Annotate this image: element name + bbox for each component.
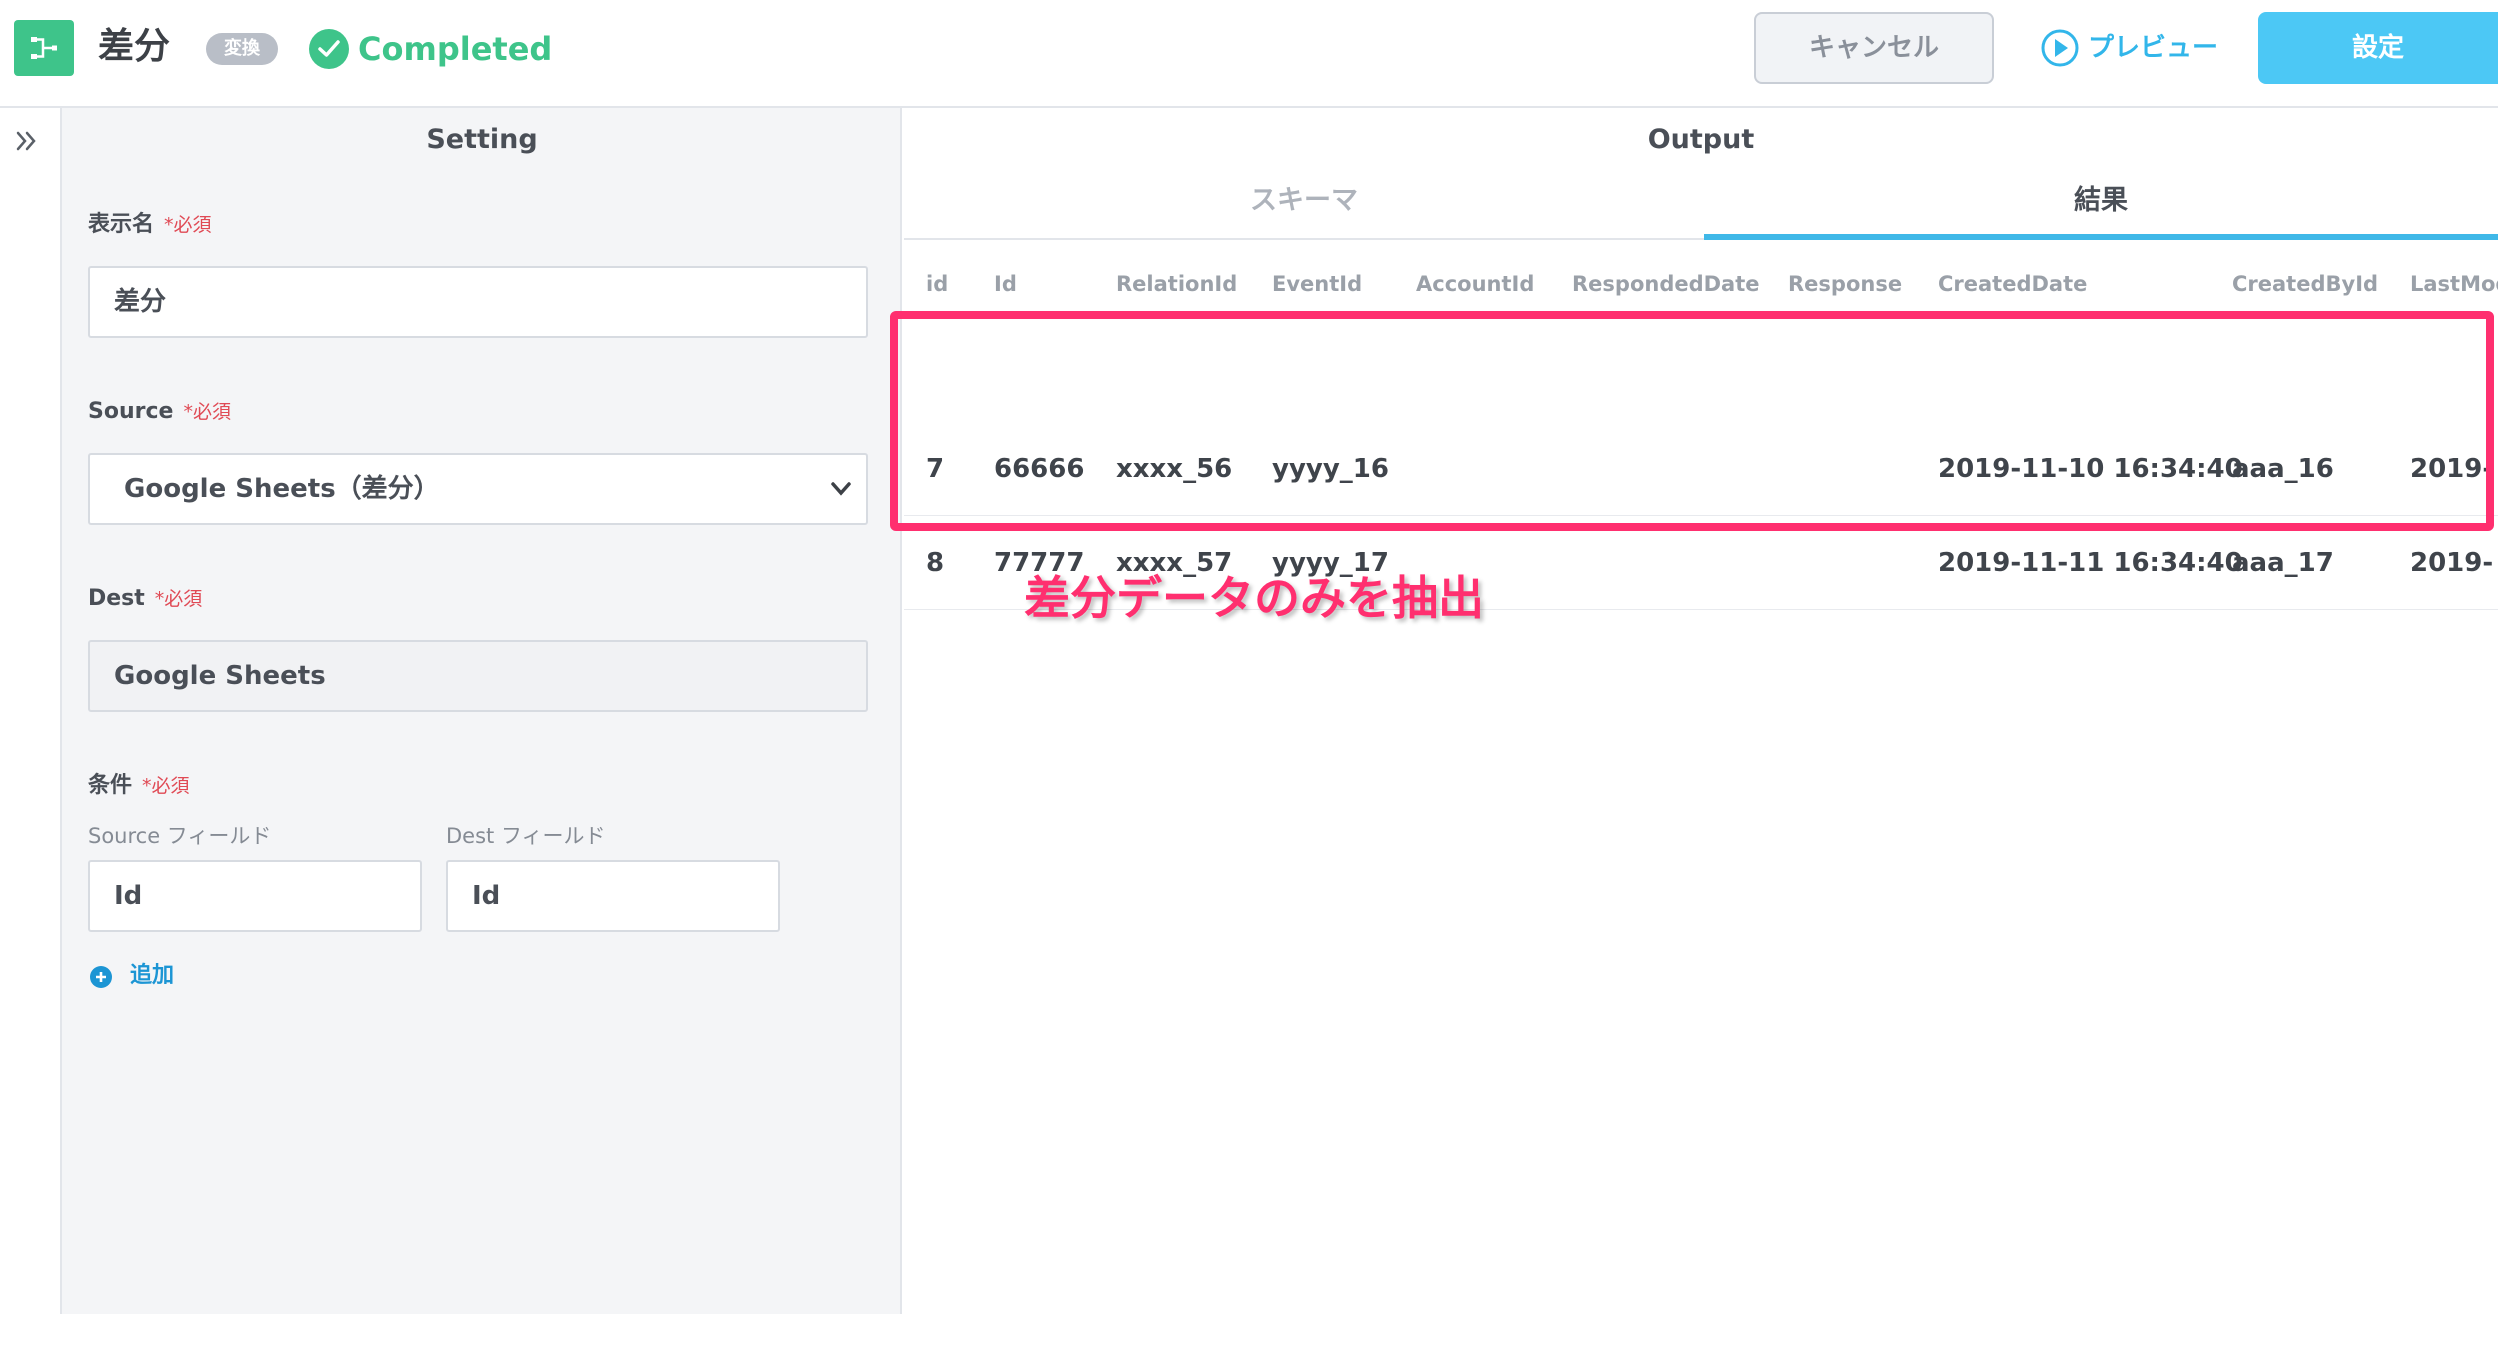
required-mark: *必須 <box>164 214 212 236</box>
source-selected-value: Google Sheets（差分） <box>124 474 440 504</box>
output-tab-bar: スキーマ 結果 <box>904 174 2498 240</box>
column-header: AccountId <box>1416 272 1535 296</box>
source-field-input[interactable]: Id <box>88 860 422 932</box>
output-title: Output <box>1647 124 1755 155</box>
display-name-label: 表示名 *必須 <box>88 210 212 240</box>
header-bar: 差分 変換 Completed キャンセル プレビュー 設定 <box>0 0 2498 108</box>
setting-title: Setting <box>426 124 538 155</box>
annotation-text: 差分データのみを抽出 <box>1024 571 1484 625</box>
preview-button[interactable]: プレビュー <box>2040 12 2230 84</box>
required-mark: *必須 <box>142 775 190 797</box>
required-mark: *必須 <box>183 401 231 423</box>
column-header: id <box>926 272 949 296</box>
column-header: Response <box>1788 272 1903 296</box>
setting-panel: Setting 表示名 *必須 差分 Source *必須 Google Sheet… <box>62 108 902 1314</box>
dest-label-text: Dest <box>88 586 145 611</box>
display-name-input[interactable]: 差分 <box>88 266 868 338</box>
column-header: CreatedDate <box>1938 272 2088 296</box>
output-panel: Output スキーマ 結果 id Id RelationId EventId … <box>890 108 2498 1314</box>
add-condition-label: 追加 <box>130 963 175 988</box>
source-field-label: Source フィールド <box>88 824 272 848</box>
source-label-text: Source <box>88 399 174 424</box>
type-badge: 変換 <box>206 33 278 65</box>
column-header: Id <box>994 272 1017 296</box>
column-header: RelationId <box>1116 272 1238 296</box>
display-name-label-text: 表示名 <box>88 212 155 237</box>
cancel-button[interactable]: キャンセル <box>1754 12 1994 84</box>
double-chevron-right-icon[interactable] <box>14 128 40 154</box>
condition-label-text: 条件 <box>88 773 133 798</box>
source-label: Source *必須 <box>88 397 231 427</box>
dest-field-label: Dest フィールド <box>446 824 606 848</box>
column-header: RespondedDate <box>1572 272 1760 296</box>
dest-label: Dest *必須 <box>88 584 202 614</box>
chevron-down-icon <box>831 482 851 496</box>
required-mark: *必須 <box>154 588 203 610</box>
source-select[interactable]: Google Sheets（差分） <box>88 453 868 525</box>
status-text: Completed <box>358 30 553 68</box>
dest-field-input[interactable]: Id <box>446 860 780 932</box>
plus-circle-icon <box>90 966 112 988</box>
check-circle-icon <box>309 29 349 69</box>
side-strip <box>0 108 62 1314</box>
tab-result[interactable]: 結果 <box>1704 174 2498 240</box>
play-circle-icon <box>2041 29 2079 67</box>
flow-diff-icon <box>14 20 74 76</box>
dest-field: Google Sheets <box>88 640 868 712</box>
column-header: CreatedById <box>2232 272 2379 296</box>
page-title: 差分 <box>98 26 171 67</box>
tab-schema[interactable]: スキーマ <box>904 174 1704 240</box>
preview-label: プレビュー <box>2088 33 2219 63</box>
highlight-annotation-box <box>890 311 2494 531</box>
column-header: EventId <box>1272 272 1363 296</box>
save-button[interactable]: 設定 <box>2258 12 2498 84</box>
column-header: LastMod <box>2410 272 2498 296</box>
condition-label: 条件 *必須 <box>88 771 190 801</box>
